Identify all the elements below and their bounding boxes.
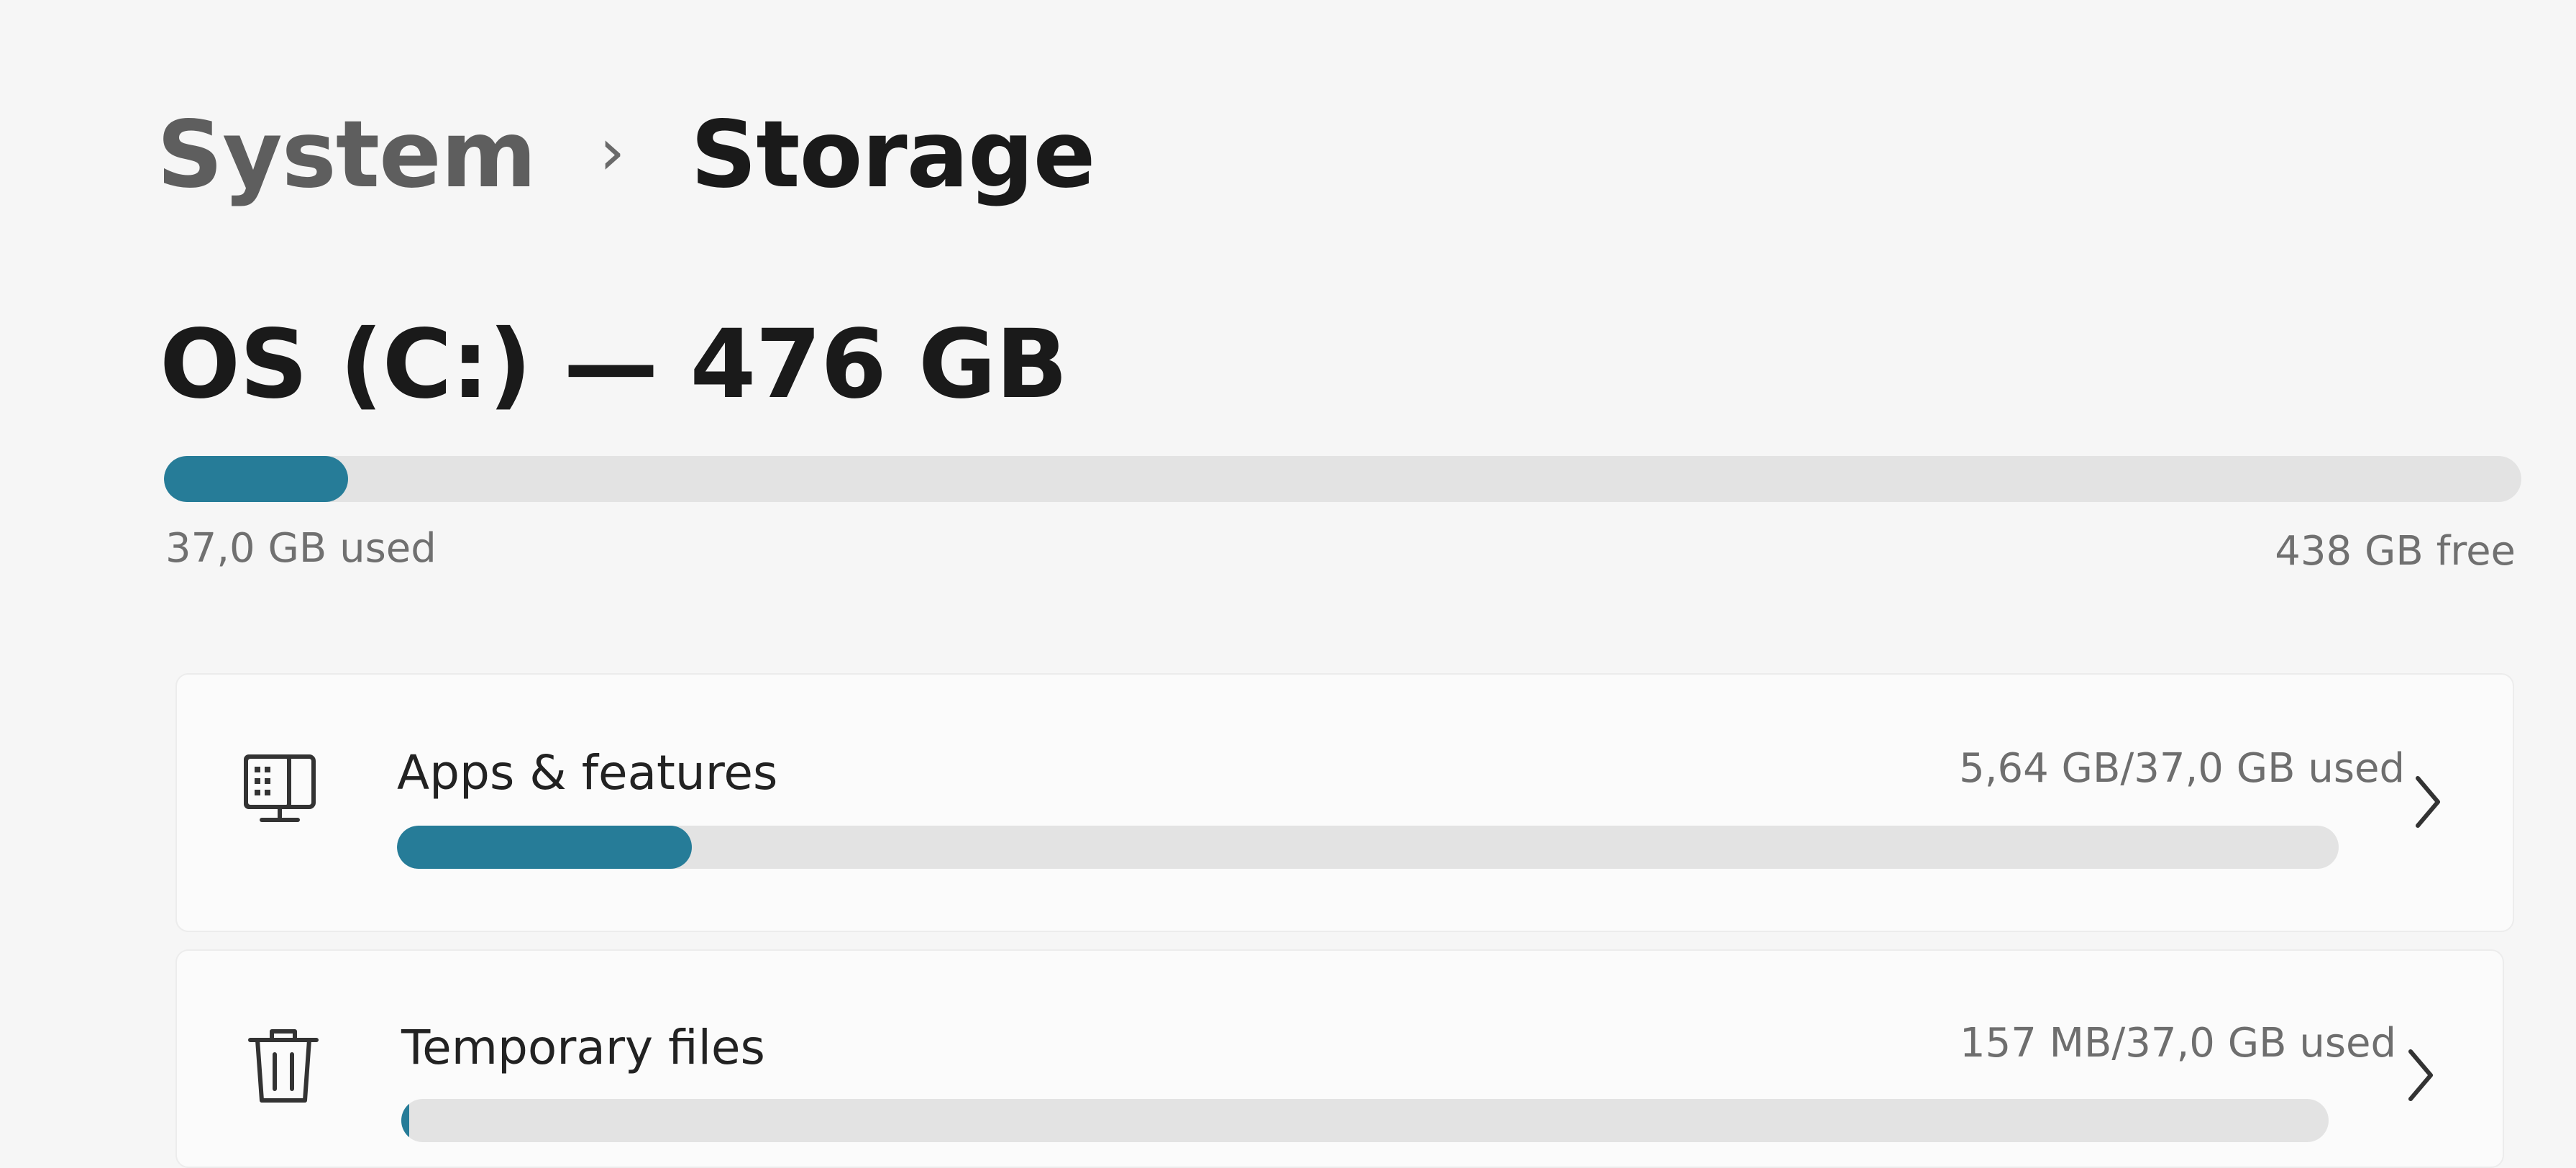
- temporary-files-bar-fill: [401, 1099, 409, 1142]
- temporary-files-usage: 157 MB/37,0 GB used: [1959, 1020, 2396, 1067]
- apps-features-bar-fill: [397, 826, 693, 869]
- breadcrumb: System › Storage: [157, 86, 1095, 223]
- chevron-right-icon: [2416, 776, 2440, 828]
- apps-features-card[interactable]: Apps & features 5,64 GB/37,0 GB used: [175, 673, 2514, 932]
- drive-used-label: 37,0 GB used: [165, 525, 437, 572]
- drive-usage-fill: [164, 456, 348, 502]
- temporary-files-title: Temporary files: [401, 1020, 765, 1075]
- drive-free-label: 438 GB free: [2275, 528, 2516, 575]
- apps-icon: [244, 754, 316, 822]
- apps-features-bar: [397, 826, 2339, 869]
- temporary-files-card[interactable]: Temporary files 157 MB/37,0 GB used: [175, 949, 2504, 1168]
- apps-features-usage: 5,64 GB/37,0 GB used: [1959, 745, 2405, 792]
- page-title: Storage: [690, 101, 1095, 209]
- breadcrumb-separator-icon: ›: [599, 114, 625, 190]
- apps-features-title: Apps & features: [397, 745, 778, 800]
- trash-icon: [248, 1029, 319, 1103]
- drive-usage-bar: [164, 456, 2521, 502]
- chevron-right-icon: [2408, 1049, 2433, 1101]
- temporary-files-bar: [401, 1099, 2329, 1142]
- breadcrumb-system-link[interactable]: System: [157, 101, 536, 209]
- drive-title: OS (C:) — 476 GB: [160, 309, 1068, 420]
